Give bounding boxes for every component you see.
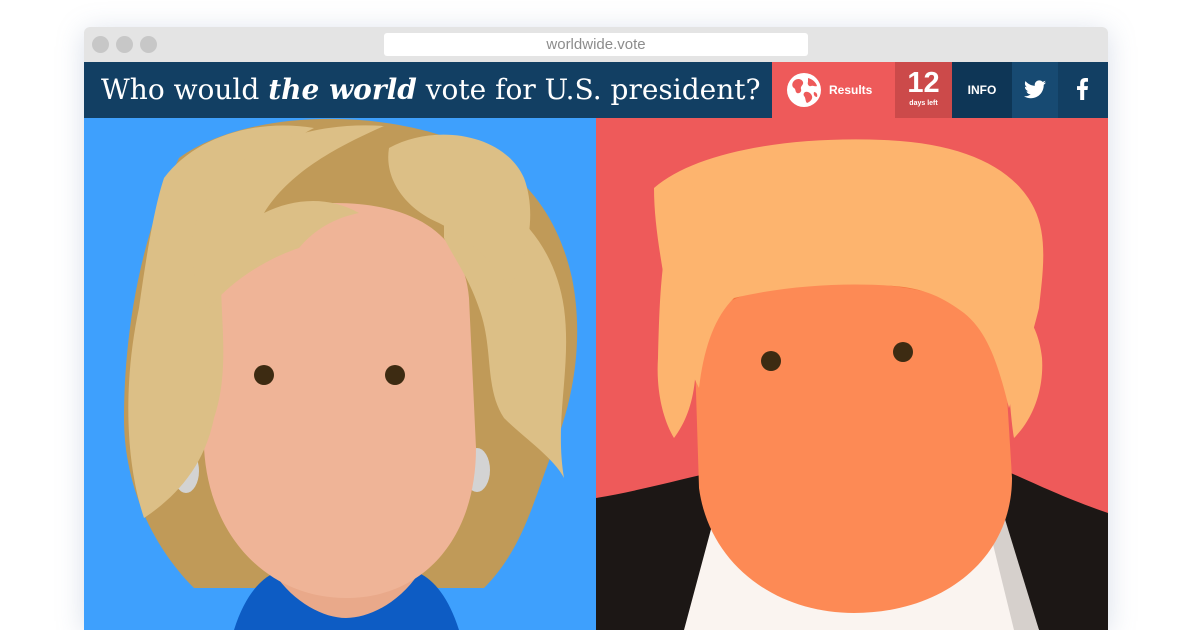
countdown-number: 12 (907, 67, 940, 99)
browser-window: worldwide.vote Who would the world vote … (84, 27, 1108, 630)
candidates-illustration (84, 118, 1108, 630)
address-bar[interactable]: worldwide.vote (384, 33, 808, 56)
left-eye-left (254, 365, 274, 385)
title-suffix: vote for U.S. president? (416, 73, 761, 106)
title-emphasis: the world (268, 73, 417, 106)
title-prefix: Who would (101, 73, 269, 106)
right-candidate-panel[interactable] (596, 118, 1108, 630)
site-header: Who would the world vote for U.S. presid… (84, 62, 1108, 118)
window-minimize-dot[interactable] (116, 36, 133, 53)
page-title: Who would the world vote for U.S. presid… (101, 62, 761, 118)
twitter-icon (1024, 80, 1046, 99)
browser-toolbar: worldwide.vote (84, 27, 1108, 62)
left-candidate-panel[interactable] (84, 118, 596, 630)
left-eye-right (385, 365, 405, 385)
globe-icon (787, 73, 821, 107)
window-close-dot[interactable] (92, 36, 109, 53)
countdown-badge: 12 days left (895, 62, 952, 118)
info-button[interactable]: INFO (952, 62, 1012, 118)
window-maximize-dot[interactable] (140, 36, 157, 53)
countdown-label: days left (909, 100, 938, 107)
facebook-icon (1077, 78, 1088, 100)
results-button[interactable]: Results (772, 62, 895, 118)
right-eye-right (893, 342, 913, 362)
facebook-button[interactable] (1058, 62, 1108, 118)
right-eye-left (761, 351, 781, 371)
twitter-button[interactable] (1012, 62, 1058, 118)
results-label: Results (829, 83, 873, 97)
